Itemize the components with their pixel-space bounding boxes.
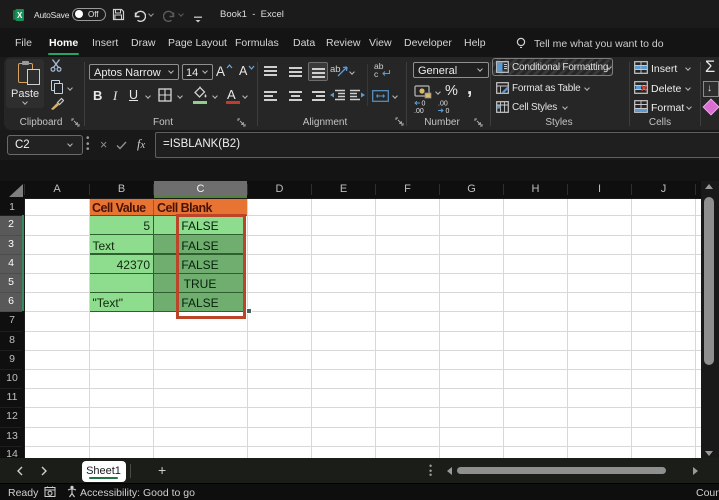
svg-text:0: 0 [446, 108, 450, 114]
svg-text:X: X [17, 11, 23, 20]
svg-text:.00: .00 [414, 108, 424, 114]
svg-text:0: 0 [422, 101, 426, 108]
svg-text:.00: .00 [438, 101, 448, 108]
